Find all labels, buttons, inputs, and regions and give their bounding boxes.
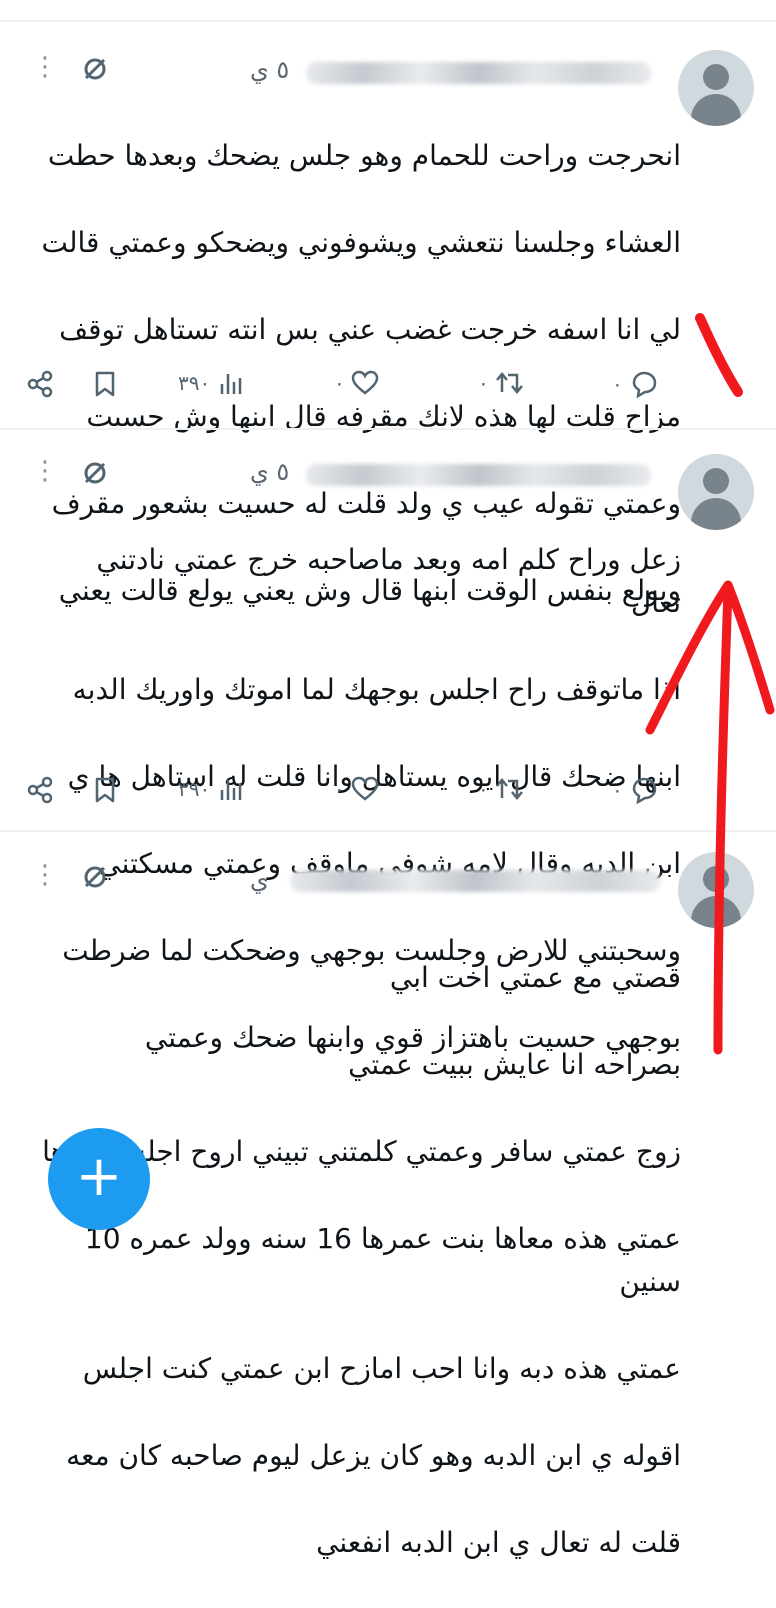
views-count: ٣٩٠ (178, 371, 211, 395)
reply-icon (632, 371, 657, 398)
text-line: اذا ماتوقف راح اجلس بوجهك لما اموتك واور… (72, 673, 681, 706)
text-line: قصتي مع عمتي اخت ابي (389, 960, 681, 994)
analytics-icon (220, 374, 242, 394)
heart-icon (351, 776, 379, 801)
like-count: ٠ (334, 777, 345, 801)
post-time: ٥ ي (250, 56, 290, 84)
more-options-icon[interactable]: ⋮ (32, 862, 58, 888)
avatar[interactable] (678, 454, 754, 530)
views-button[interactable]: ٣٩٠ (178, 370, 244, 396)
text-line: لي انا اسفه خرجت غضب عني بس انته تستاهل … (59, 312, 681, 346)
retweet-icon (495, 372, 523, 394)
blurred-username (306, 464, 651, 486)
text-line: اقوله ي ابن الدبه وهو كان يزعل ليوم صاحب… (66, 1439, 681, 1472)
retweet-count: ٠ (478, 371, 489, 395)
mute-icon[interactable] (82, 460, 108, 486)
bookmark-icon (95, 371, 115, 397)
share-icon (27, 776, 53, 804)
avatar[interactable] (678, 50, 754, 126)
avatar-head (703, 866, 729, 892)
text-line: انحرجت وراحت للحمام وهو جلس يضحك وبعدها … (47, 138, 681, 172)
post-text: قصتي مع عمتي اخت ابي بصراحه انا عايش ببي… (41, 912, 681, 1608)
bookmark-icon (95, 777, 115, 803)
retweet-icon (495, 778, 523, 800)
reply-count: ٠ (612, 778, 623, 802)
share-button[interactable] (26, 776, 54, 804)
bookmark-button[interactable] (93, 370, 117, 398)
text-line: زعل وراح كلم امه وبعد ماصاحبه خرج عمتي ن… (96, 542, 681, 620)
retweet-button[interactable]: ٠ (478, 776, 525, 802)
text-line: قلت له تعال ي ابن الدبه انفعني (316, 1526, 681, 1559)
bookmark-button[interactable] (93, 776, 117, 804)
views-count: ٣٩٠ (178, 777, 211, 801)
mute-icon[interactable] (82, 864, 108, 890)
retweet-count: ٠ (478, 777, 489, 801)
avatar-head (703, 468, 729, 494)
reply-icon (632, 777, 657, 804)
compose-button[interactable]: + (48, 1128, 150, 1230)
views-button[interactable]: ٣٩٠ (178, 776, 244, 802)
share-button[interactable] (26, 370, 54, 398)
post-time: ٥ ي (250, 458, 290, 486)
avatar-body (691, 498, 741, 530)
reply-button[interactable]: ٠ (612, 776, 659, 804)
like-button[interactable]: ٠ (334, 776, 379, 802)
post-1[interactable]: ⋮ ٥ ي انحرجت وراحت للحمام وهو جلس يضحك و… (0, 22, 776, 607)
more-options-icon[interactable]: ⋮ (32, 54, 58, 80)
text-line: بصراحه انا عايش ببيت عمتي (348, 1047, 681, 1081)
blurred-username (306, 62, 651, 84)
like-count: ٠ (334, 371, 345, 395)
avatar-head (703, 64, 729, 90)
text-line: عمتي هذه دبه وانا احب امازح ابن عمتي كنت… (82, 1352, 681, 1385)
retweet-button[interactable]: ٠ (478, 370, 525, 396)
avatar[interactable] (678, 852, 754, 928)
avatar-body (691, 94, 741, 126)
blurred-username (290, 870, 660, 892)
action-bar: ٣٩٠ ٠ ٠ ٠ (0, 370, 776, 410)
analytics-icon (220, 780, 242, 800)
share-icon (27, 370, 53, 398)
mute-icon[interactable] (82, 56, 108, 82)
text-line: عمتي هذه معاها بنت عمرها 16 سنه وولد عمر… (84, 1221, 681, 1299)
reply-count: ٠ (612, 372, 623, 396)
like-button[interactable]: ٠ (334, 370, 379, 396)
action-bar: ٣٩٠ ٠ ٠ ٠ (0, 776, 776, 816)
post-2[interactable]: ⋮ ٥ ي زعل وراح كلم امه وبعد ماصاحبه خرج … (0, 430, 776, 1054)
heart-icon (351, 370, 379, 395)
post-time: ي (250, 866, 269, 894)
avatar-body (691, 896, 741, 928)
text-line: العشاء وجلسنا نتعشي ويشوفوني ويضحكو وعمت… (41, 225, 681, 259)
more-options-icon[interactable]: ⋮ (32, 458, 58, 484)
reply-button[interactable]: ٠ (612, 370, 659, 398)
